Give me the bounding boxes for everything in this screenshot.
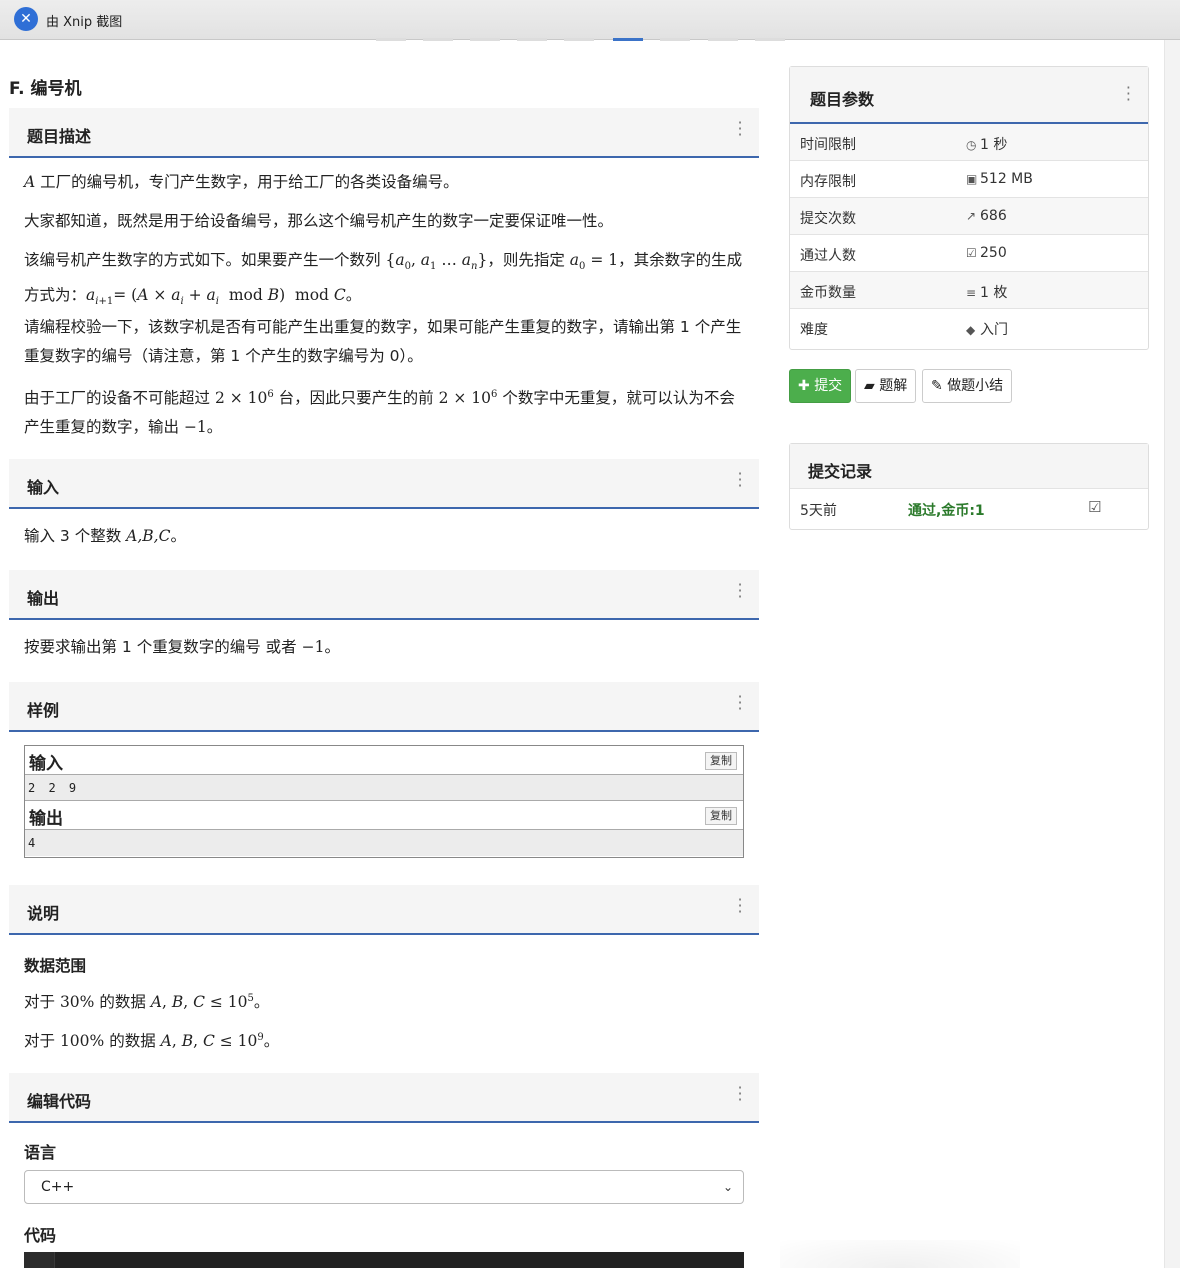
param-row-submissions: 提交次数 ↗ 686 — [790, 198, 1148, 235]
param-row-coins: 金币数量 ≡ 1 枚 — [790, 272, 1148, 309]
section-title: 说明 — [27, 904, 60, 923]
section-title: 输出 — [27, 589, 60, 608]
output-description: 按要求输出第 1 个重复数字的编号 或者 −1。 — [24, 638, 340, 656]
nav-tab[interactable] — [708, 38, 738, 41]
more-vertical-icon[interactable]: · · · — [737, 689, 743, 717]
copy-input-button[interactable]: 复制 — [705, 752, 737, 770]
nav-tab[interactable] — [564, 38, 594, 41]
section-header-sample: 样例 · · · — [9, 682, 759, 732]
summary-button[interactable]: ✎ 做题小结 — [922, 369, 1013, 403]
section-header-output: 输出 · · · — [9, 570, 759, 620]
problem-params-card: 题目参数 · · · 时间限制 ◷ 1 秒 内存限制 ▣ 512 MB 提交次数 ↗ 68… — [789, 66, 1149, 350]
data-range-line-2: 对于 100% 的数据 A, B, C ≤ 109。 — [24, 1032, 280, 1051]
section-title: 题目描述 — [27, 127, 92, 146]
nav-tab[interactable] — [376, 38, 406, 41]
sample-output-label: 输出 — [29, 809, 63, 829]
description-paragraph-2: 大家都知道，既然是用于给设备编号，那么这个编号机产生的数字一定要保证唯一性。 — [24, 212, 614, 230]
comment-icon: ▰ — [864, 378, 875, 394]
page-scrollbar[interactable] — [1164, 40, 1180, 1268]
sample-input-label: 输入 — [29, 754, 63, 774]
xnip-toolbar: ✕ 由 Xnip 截图 — [0, 0, 1180, 40]
record-time: 5天前 — [800, 503, 837, 519]
sample-output-header: 输出 复制 — [25, 801, 743, 830]
sample-box: 输入 复制 2 2 9 输出 复制 4 — [24, 745, 744, 858]
xnip-title: 由 Xnip 截图 — [46, 15, 123, 30]
param-row-time: 时间限制 ◷ 1 秒 — [790, 124, 1148, 161]
records-title: 提交记录 — [808, 462, 873, 481]
section-title: 输入 — [27, 478, 60, 497]
more-vertical-icon[interactable]: · · · — [737, 577, 743, 605]
section-title: 样例 — [27, 701, 60, 720]
plus-icon: ✚ — [798, 378, 810, 394]
param-row-passed: 通过人数 ☑ 250 — [790, 235, 1148, 272]
nav-tab[interactable] — [755, 38, 785, 41]
submit-button[interactable]: ✚ 提交 — [789, 369, 852, 403]
record-row[interactable]: 5天前 通过,金币:1 ☑ — [790, 490, 1148, 528]
records-card-header: 提交记录 — [790, 444, 1148, 489]
pencil-icon: ✎ — [931, 378, 943, 394]
nav-tab[interactable] — [470, 38, 500, 41]
sample-input-value: 2 2 9 — [25, 775, 743, 801]
section-title: 编辑代码 — [27, 1092, 92, 1111]
description-paragraph-1: A 工厂的编号机，专门产生数字，用于给工厂的各类设备编号。 — [24, 173, 459, 191]
save-icon: ▣ — [966, 172, 978, 186]
nav-tab[interactable] — [517, 38, 547, 41]
input-description: 输入 3 个整数 A,B,C。 — [24, 527, 186, 545]
code-editor-gutter — [24, 1252, 55, 1268]
more-vertical-icon[interactable]: · · · — [737, 466, 743, 494]
description-paragraph-4: 请编程校验一下，该数字机是否有可能产生出重复的数字，如果可能产生重复的数字，请输… — [24, 318, 742, 365]
param-row-difficulty: 难度 ◆ 入门 — [800, 322, 1008, 338]
xnip-logo-icon[interactable]: ✕ — [14, 7, 38, 31]
language-select[interactable]: C++ ⌄ — [24, 1170, 744, 1204]
share-icon: ↗ — [966, 209, 977, 223]
database-icon: ≡ — [966, 286, 977, 300]
params-card-header: 题目参数 · · · — [790, 67, 1148, 124]
language-label: 语言 — [24, 1143, 57, 1162]
check-square-icon: ☑ — [966, 246, 977, 260]
data-range-line-1: 对于 30% 的数据 A, B, C ≤ 105。 — [24, 993, 270, 1012]
description-paragraph-3: 该编号机产生数字的方式如下。如果要产生一个数列 {a0, a1 … an}，则先… — [24, 251, 743, 308]
tag-icon: ◆ — [966, 323, 976, 337]
nav-tab-active[interactable] — [613, 38, 643, 41]
chevron-down-icon: ⌄ — [722, 1180, 733, 1194]
nav-tab[interactable] — [423, 38, 453, 41]
page-shadow — [780, 1240, 1020, 1268]
nav-tab[interactable] — [660, 38, 690, 41]
sample-output-value: 4 — [25, 830, 743, 856]
param-row-memory: 内存限制 ▣ 512 MB — [790, 161, 1148, 198]
problem-title: F. 编号机 — [9, 79, 82, 99]
language-select-value: C++ — [41, 1179, 75, 1195]
section-header-editor: 编辑代码 · · · — [9, 1073, 759, 1123]
solution-button[interactable]: ▰ 题解 — [855, 369, 917, 403]
description-paragraph-5: 由于工厂的设备不可能超过 2 × 106 台，因此只要产生的前 2 × 106 … — [24, 389, 735, 437]
submission-records-card: 提交记录 5天前 通过,金币:1 ☑ — [789, 443, 1149, 530]
more-vertical-icon[interactable]: · · · — [1126, 80, 1131, 108]
data-range-heading: 数据范围 — [24, 957, 87, 975]
code-editor[interactable] — [24, 1252, 744, 1268]
more-vertical-icon[interactable]: · · · — [737, 892, 743, 920]
sample-input-header: 输入 复制 — [25, 746, 743, 775]
edit-icon[interactable]: ☑ — [1088, 498, 1101, 516]
code-label: 代码 — [24, 1226, 57, 1245]
more-vertical-icon[interactable]: · · · — [737, 115, 743, 143]
more-vertical-icon[interactable]: · · · — [737, 1080, 743, 1108]
section-header-description: 题目描述 · · · — [9, 108, 759, 158]
section-header-input: 输入 · · · — [9, 459, 759, 509]
record-status: 通过,金币:1 — [908, 503, 985, 519]
clock-icon: ◷ — [966, 138, 977, 152]
params-title: 题目参数 — [810, 90, 875, 109]
section-header-explanation: 说明 · · · — [9, 885, 759, 935]
copy-output-button[interactable]: 复制 — [705, 807, 737, 825]
